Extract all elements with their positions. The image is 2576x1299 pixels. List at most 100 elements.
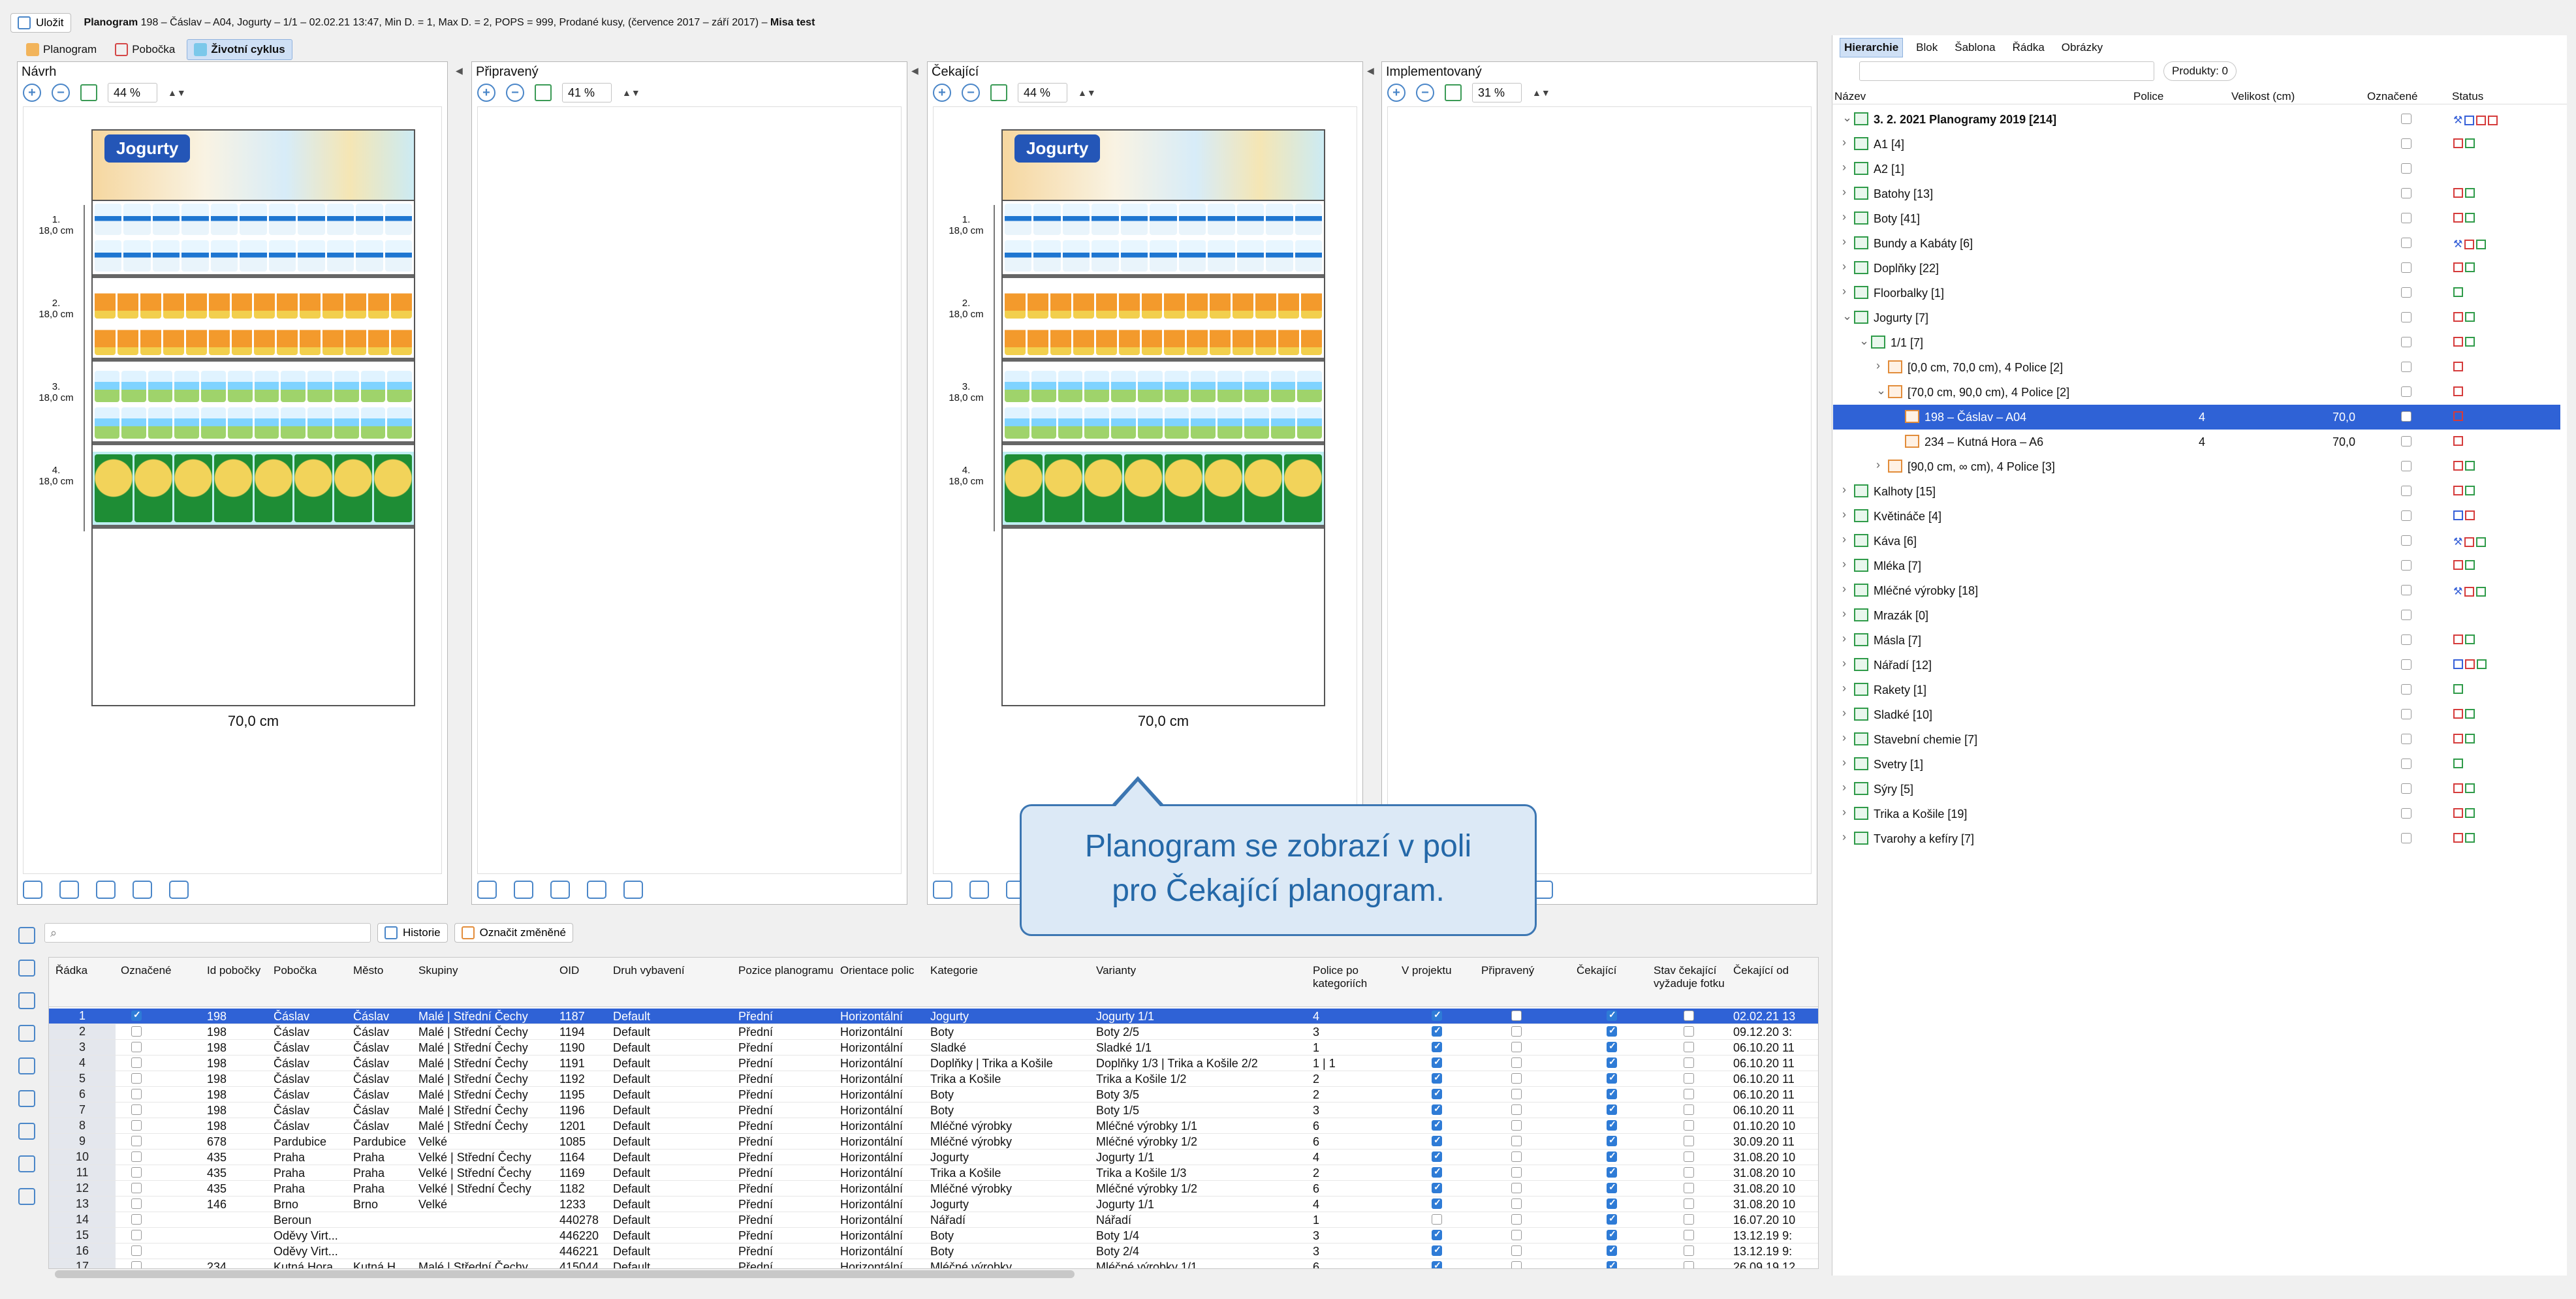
tag-icon[interactable] xyxy=(169,881,189,899)
marked-checkbox[interactable] xyxy=(2401,287,2411,298)
marked-checkbox[interactable] xyxy=(2401,114,2411,124)
tab-lifecycle[interactable]: Životní cyklus xyxy=(187,39,292,60)
checkbox[interactable] xyxy=(1511,1026,1522,1037)
chevron-icon[interactable]: › xyxy=(1842,607,1846,621)
checkbox[interactable] xyxy=(1432,1056,1442,1068)
tree-row[interactable]: › A2 [1] xyxy=(1833,157,2560,181)
planogram-canvas-waiting[interactable]: Jogurty 1. 18,0 cm 2. 18,0 cm 3. 18,0 cm 4.… xyxy=(933,106,1357,874)
tree-row[interactable]: › Rakety [1] xyxy=(1833,678,2560,702)
checkbox[interactable] xyxy=(1511,1057,1522,1068)
checkbox[interactable] xyxy=(1511,1120,1522,1131)
checkbox[interactable] xyxy=(1684,1245,1694,1256)
tree-row[interactable]: › Mléka [7] xyxy=(1833,554,2560,578)
tree-row[interactable]: › [0,0 cm, 70,0 cm), 4 Police [2] xyxy=(1833,355,2560,380)
edit-icon[interactable] xyxy=(96,881,116,899)
checkbox[interactable] xyxy=(131,1261,142,1268)
checkbox[interactable] xyxy=(1607,1025,1617,1037)
checkbox[interactable] xyxy=(1511,1198,1522,1209)
chevron-icon[interactable]: › xyxy=(1842,508,1846,522)
tree-row[interactable]: › Tvarohy a kefíry [7] xyxy=(1833,826,2560,851)
tree-row[interactable]: › Nářadí [12] xyxy=(1833,653,2560,678)
checkbox[interactable] xyxy=(1432,1103,1442,1115)
zoom-tool-icon[interactable] xyxy=(23,881,42,899)
planogram-canvas-prepared[interactable] xyxy=(477,106,902,874)
checkbox[interactable] xyxy=(1607,1072,1617,1084)
tab-planogram[interactable]: Planogram xyxy=(20,39,103,60)
zoom-out-button[interactable]: − xyxy=(52,84,70,102)
table-row[interactable]: 12 435 Praha Praha Velké | Střední Čechy 1182… xyxy=(49,1181,1818,1197)
zoom-tool-icon[interactable] xyxy=(933,881,952,899)
tab-block[interactable]: Blok xyxy=(1912,39,1941,57)
copy-icon[interactable] xyxy=(514,881,533,899)
marked-checkbox[interactable] xyxy=(2401,585,2411,595)
checkbox[interactable] xyxy=(1684,1167,1694,1178)
checkbox[interactable] xyxy=(1607,1166,1617,1178)
checkbox[interactable] xyxy=(1684,1198,1694,1209)
table-row[interactable]: 15 Oděvy Virt... 446220 Default Přední Horizo… xyxy=(49,1228,1818,1244)
checkbox[interactable] xyxy=(1684,1151,1694,1162)
checkbox[interactable] xyxy=(1432,1166,1442,1178)
marked-checkbox[interactable] xyxy=(2401,362,2411,372)
checkbox[interactable] xyxy=(1684,1104,1694,1115)
tree-row[interactable]: › Boty [41] xyxy=(1833,206,2560,231)
save-button[interactable]: Uložit xyxy=(10,13,71,33)
checkbox[interactable] xyxy=(1607,1229,1617,1240)
marked-checkbox[interactable] xyxy=(2401,486,2411,496)
marked-checkbox[interactable] xyxy=(2401,634,2411,645)
checkbox[interactable] xyxy=(1432,1197,1442,1209)
marked-checkbox[interactable] xyxy=(2401,213,2411,223)
chevron-icon[interactable]: › xyxy=(1842,161,1846,174)
checkbox[interactable] xyxy=(1511,1010,1522,1021)
marked-checkbox[interactable] xyxy=(2401,411,2411,422)
horizontal-scrollbar[interactable] xyxy=(55,1270,1075,1278)
planogram-table[interactable]: Řádka Označené Id pobočky Pobočka Město … xyxy=(48,957,1819,1269)
list-icon[interactable] xyxy=(18,992,35,1009)
checkbox[interactable] xyxy=(1607,1260,1617,1268)
chevron-icon[interactable]: › xyxy=(1876,359,1880,373)
hierarchy-search[interactable] xyxy=(1859,61,2154,81)
tab-row[interactable]: Řádka xyxy=(2009,39,2049,57)
marked-checkbox[interactable] xyxy=(2401,163,2411,174)
panel-splitter[interactable]: ◀ xyxy=(1366,65,1375,901)
marked-checkbox[interactable] xyxy=(2401,709,2411,719)
table-row[interactable]: 17 234 Kutná Hora Kutná H... Malé | Střední … xyxy=(49,1259,1818,1268)
marked-checkbox[interactable] xyxy=(2401,734,2411,744)
marked-checkbox[interactable] xyxy=(2401,337,2411,347)
tab-images[interactable]: Obrázky xyxy=(2058,39,2107,57)
marked-checkbox[interactable] xyxy=(2401,659,2411,670)
zoom-in-button[interactable]: + xyxy=(1387,84,1406,102)
planogram-canvas-design[interactable]: Jogurty 1. 18,0 cm 2. 18,0 cm 3. 18,0 cm 4.… xyxy=(23,106,442,874)
chevron-icon[interactable]: › xyxy=(1842,285,1846,298)
checkbox[interactable] xyxy=(131,1104,142,1115)
checkbox[interactable] xyxy=(1684,1214,1694,1225)
tree-row[interactable]: 234 – Kutná Hora – A6 4 70,0 xyxy=(1833,430,2560,454)
table-row[interactable]: 6 198 Čáslav Čáslav Malé | Střední Čechy 1195… xyxy=(49,1087,1818,1103)
zoom-in-button[interactable]: + xyxy=(933,84,951,102)
checkbox[interactable] xyxy=(1432,1088,1442,1099)
chevron-icon[interactable]: › xyxy=(1842,210,1846,224)
table-row[interactable]: 9 678 Pardubice Pardubice Velké 1085 Default Př… xyxy=(49,1134,1818,1150)
checkbox[interactable] xyxy=(1511,1230,1522,1240)
checkbox[interactable] xyxy=(1607,1119,1617,1131)
checkbox[interactable] xyxy=(131,1042,142,1052)
table-search[interactable]: ⌕ xyxy=(44,923,371,943)
tree-row[interactable]: › Kalhoty [15] xyxy=(1833,479,2560,504)
tree-row[interactable]: › Floorbalky [1] xyxy=(1833,281,2560,305)
chevron-icon[interactable]: › xyxy=(1842,681,1846,695)
chevron-icon[interactable]: › xyxy=(1842,781,1846,794)
copy-icon[interactable] xyxy=(969,881,989,899)
zoom-fit-button[interactable] xyxy=(535,84,552,101)
marked-checkbox[interactable] xyxy=(2401,188,2411,198)
table-row[interactable]: 8 198 Čáslav Čáslav Malé | Střední Čechy 1201… xyxy=(49,1118,1818,1134)
zoom-out-button[interactable]: − xyxy=(506,84,524,102)
table-row[interactable]: 13 146 Brno Brno Velké 1233 Default Přední Horiz… xyxy=(49,1197,1818,1212)
marked-checkbox[interactable] xyxy=(2401,312,2411,322)
chevron-icon[interactable]: › xyxy=(1842,235,1846,249)
chevron-icon[interactable]: › xyxy=(1842,260,1846,274)
checkbox[interactable] xyxy=(1432,1009,1442,1021)
checkbox[interactable] xyxy=(1511,1104,1522,1115)
checkbox[interactable] xyxy=(1511,1151,1522,1162)
mark-changed-button[interactable]: Označit změněné xyxy=(454,923,573,943)
zoom-fit-button[interactable] xyxy=(990,84,1007,101)
tree-row[interactable]: › Květináče [4] xyxy=(1833,504,2560,529)
